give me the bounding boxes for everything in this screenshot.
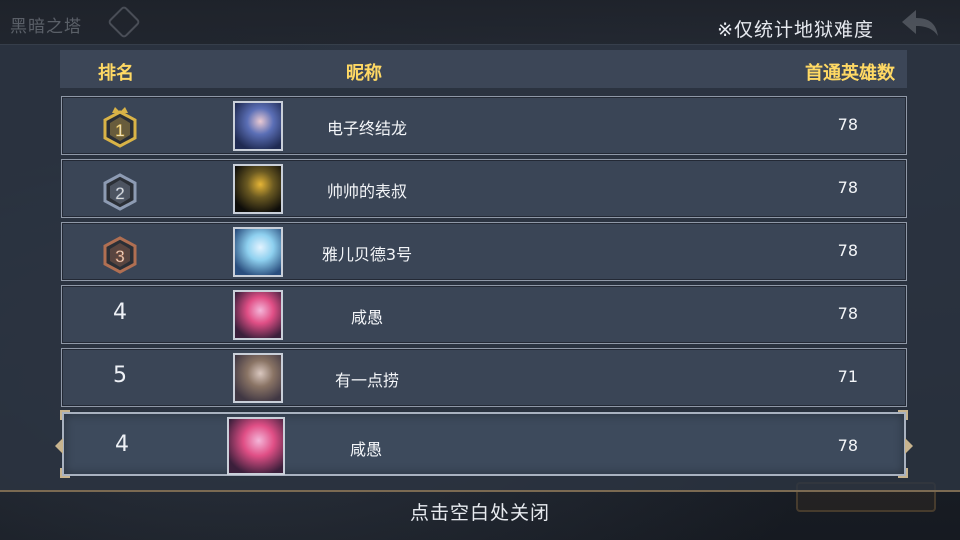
hero-count: 78 <box>837 304 858 323</box>
svg-text:2: 2 <box>115 184 124 203</box>
self-rank: 4 <box>115 432 129 457</box>
hero-count: 78 <box>837 115 858 134</box>
self-rank-row[interactable]: 4 咸愚 78 <box>55 410 913 478</box>
frame-corner <box>60 410 70 420</box>
player-nickname: 帅帅的表叔 <box>326 182 407 201</box>
gold-medal-icon: 1 <box>98 105 142 149</box>
bronze-medal-icon: 3 <box>98 231 142 275</box>
header-rank: 排名 <box>98 63 134 84</box>
svg-text:3: 3 <box>115 247 124 266</box>
header-count: 首通英雄数 <box>805 63 895 84</box>
difficulty-note: ※仅统计地狱难度 <box>717 19 874 41</box>
player-avatar[interactable] <box>233 290 283 340</box>
player-avatar[interactable] <box>233 353 283 403</box>
player-nickname: 雅儿贝德3号 <box>321 245 413 264</box>
hero-count: 71 <box>837 367 858 386</box>
self-count: 78 <box>837 436 858 455</box>
frame-arrow-left <box>55 438 63 454</box>
hero-count: 78 <box>837 241 858 260</box>
table-row[interactable]: 4 咸愚 78 <box>61 285 907 344</box>
hero-count: 78 <box>837 178 858 197</box>
svg-text:1: 1 <box>115 121 124 140</box>
close-hint[interactable]: 点击空白处关闭 <box>0 498 960 525</box>
table-row[interactable]: 1 电子终结龙 78 <box>61 96 907 155</box>
table-row[interactable]: 2 帅帅的表叔 78 <box>61 159 907 218</box>
player-nickname: 电子终结龙 <box>326 119 407 138</box>
tower-emblem-icon <box>107 5 141 39</box>
top-bar: 黑暗之塔 ※仅统计地狱难度 <box>0 0 960 44</box>
back-arrow-icon[interactable] <box>898 6 942 38</box>
player-avatar[interactable] <box>233 164 283 214</box>
table-row[interactable]: 5 有一点捞 71 <box>61 348 907 407</box>
game-title: 黑暗之塔 <box>10 17 82 37</box>
self-nickname: 咸愚 <box>349 440 382 459</box>
self-avatar[interactable] <box>227 417 285 475</box>
table-header: 排名 昵称 首通英雄数 <box>60 50 907 88</box>
silver-medal-icon: 2 <box>98 168 142 212</box>
header-nickname: 昵称 <box>346 63 382 84</box>
table-row[interactable]: 3 雅儿贝德3号 78 <box>61 222 907 281</box>
frame-corner <box>898 468 908 478</box>
player-nickname: 有一点捞 <box>334 371 399 390</box>
frame-arrow-right <box>905 438 913 454</box>
frame-corner <box>898 410 908 420</box>
player-avatar[interactable] <box>233 227 283 277</box>
frame-corner <box>60 468 70 478</box>
rank-number: 4 <box>113 300 127 325</box>
rank-number: 5 <box>113 363 127 388</box>
player-avatar[interactable] <box>233 101 283 151</box>
player-nickname: 咸愚 <box>350 308 383 327</box>
